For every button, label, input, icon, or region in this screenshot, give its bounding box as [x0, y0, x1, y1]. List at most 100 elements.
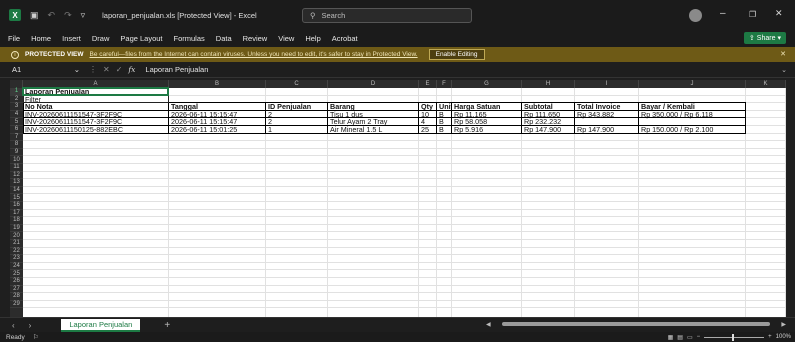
customize-toolbar-icon[interactable]: ▿ [81, 10, 86, 21]
tab-formulas[interactable]: Formulas [174, 34, 205, 43]
zoom-in-icon[interactable]: + [768, 334, 772, 340]
enter-icon[interactable]: ✓ [116, 65, 123, 74]
row-header[interactable]: 8 [10, 141, 23, 149]
row-header[interactable]: 13 [10, 179, 23, 187]
tab-insert[interactable]: Insert [62, 34, 81, 43]
row-header[interactable]: 2 [10, 96, 23, 104]
grid-line [23, 216, 786, 218]
protected-view-bar: i PROTECTED VIEW Be careful—files from t… [0, 47, 795, 62]
minimize-button[interactable]: – [720, 8, 726, 19]
tab-view[interactable]: View [278, 34, 294, 43]
row-header[interactable]: 27 [10, 286, 23, 294]
formula-input[interactable]: Laporan Penjualan [145, 65, 208, 74]
column-header[interactable]: D [328, 80, 419, 88]
scroll-right-icon[interactable]: ▶ [781, 321, 786, 328]
accessibility-icon[interactable]: ⚐ [33, 333, 39, 341]
column-header[interactable]: I [575, 80, 639, 88]
row-header[interactable]: 6 [10, 126, 23, 134]
row-header[interactable]: 16 [10, 202, 23, 210]
name-box[interactable]: A1 ⌄ [9, 64, 83, 76]
save-icon[interactable]: ▣ [30, 10, 39, 21]
share-button[interactable]: ⇪ Share ▾ [743, 32, 786, 44]
window-title: laporan_penjualan.xls [Protected View] -… [102, 10, 257, 20]
tab-review[interactable]: Review [243, 34, 268, 43]
row-header[interactable]: 18 [10, 217, 23, 225]
restore-button[interactable]: ❐ [749, 10, 756, 19]
tab-data[interactable]: Data [216, 34, 232, 43]
column-header[interactable]: B [169, 80, 266, 88]
column-header[interactable]: H [522, 80, 575, 88]
row-header[interactable]: 24 [10, 263, 23, 271]
scroll-thumb[interactable] [502, 322, 770, 326]
zoom-knob[interactable] [732, 333, 735, 341]
row-header[interactable]: 14 [10, 187, 23, 195]
share-icon: ⇪ [748, 35, 755, 42]
function-icon[interactable]: fx [128, 65, 135, 74]
row-header[interactable]: 26 [10, 278, 23, 286]
row-header[interactable]: 9 [10, 149, 23, 157]
row-header[interactable]: 22 [10, 248, 23, 256]
column-header[interactable]: E [419, 80, 437, 88]
page-break-view-icon[interactable]: ▭ [687, 334, 693, 341]
chevron-down-icon[interactable]: ⌄ [781, 66, 787, 74]
tab-acrobat[interactable]: Acrobat [332, 34, 358, 43]
tab-draw[interactable]: Draw [92, 34, 110, 43]
grid-line [23, 269, 786, 271]
row-header[interactable]: 19 [10, 225, 23, 233]
tab-help[interactable]: Help [305, 34, 320, 43]
zoom-slider[interactable] [704, 333, 765, 341]
sheet-tab-laporan-penjualan[interactable]: Laporan Penjualan [61, 318, 141, 332]
search-placeholder: Search [321, 11, 346, 20]
table-border [23, 109, 746, 111]
row-header[interactable]: 7 [10, 134, 23, 142]
worksheet-grid[interactable]: ABCDEFGHIJK 1 2 3 4 5 6 7 8 9 10 11 12 13 14 15 16 17 18 1… [10, 80, 786, 317]
close-icon[interactable]: ✕ [780, 50, 786, 58]
page-layout-view-icon[interactable]: ▤ [677, 334, 683, 341]
tab-file[interactable]: File [8, 34, 20, 43]
column-header[interactable]: G [452, 80, 522, 88]
grid-line [23, 178, 786, 180]
prev-sheet-icon[interactable]: ‹ [12, 321, 15, 330]
row-header[interactable]: 17 [10, 210, 23, 218]
row-header[interactable]: 25 [10, 270, 23, 278]
tab-home[interactable]: Home [31, 34, 51, 43]
row-header[interactable]: 10 [10, 156, 23, 164]
protected-view-message[interactable]: Be careful—files from the Internet can c… [90, 51, 418, 58]
search-box[interactable]: ⚲ Search [302, 8, 472, 23]
column-header[interactable]: K [746, 80, 786, 88]
column-header[interactable]: J [639, 80, 746, 88]
row-header[interactable]: 11 [10, 164, 23, 172]
normal-view-icon[interactable]: ▦ [668, 334, 674, 341]
redo-icon[interactable]: ↷ [64, 10, 72, 21]
grid-line [23, 193, 786, 195]
add-sheet-button[interactable]: + [164, 320, 170, 331]
cancel-icon[interactable]: ✕ [103, 65, 110, 74]
scroll-left-icon[interactable]: ◀ [486, 321, 491, 328]
close-button[interactable]: ✕ [775, 8, 783, 19]
grid-line [23, 292, 786, 294]
excel-logo-icon: X [9, 9, 21, 21]
column-header[interactable]: F [437, 80, 452, 88]
row-header[interactable]: 28 [10, 293, 23, 301]
next-sheet-icon[interactable]: › [29, 321, 32, 330]
row-header[interactable]: 12 [10, 172, 23, 180]
row-header[interactable]: 3 [10, 103, 23, 111]
zoom-out-icon[interactable]: − [697, 334, 701, 340]
grid-line [23, 185, 786, 187]
row-header[interactable]: 20 [10, 232, 23, 240]
row-header[interactable]: 5 [10, 118, 23, 126]
enable-editing-button[interactable]: Enable Editing [428, 49, 485, 60]
grid-line [23, 155, 786, 157]
cell-area[interactable]: Laporan Penjualan Filter No Nota Tanggal ID … [22, 87, 786, 317]
tab-page-layout[interactable]: Page Layout [120, 34, 162, 43]
row-header[interactable]: 15 [10, 194, 23, 202]
grid-line [23, 231, 786, 233]
row-header[interactable]: 4 [10, 111, 23, 119]
undo-icon[interactable]: ↶ [48, 10, 56, 21]
row-header[interactable]: 21 [10, 240, 23, 248]
avatar[interactable] [689, 9, 702, 22]
column-header[interactable]: C [266, 80, 328, 88]
row-header[interactable]: 29 [10, 301, 23, 309]
row-header[interactable]: 23 [10, 255, 23, 263]
horizontal-scrollbar[interactable]: ◀ ▶ [486, 321, 786, 328]
